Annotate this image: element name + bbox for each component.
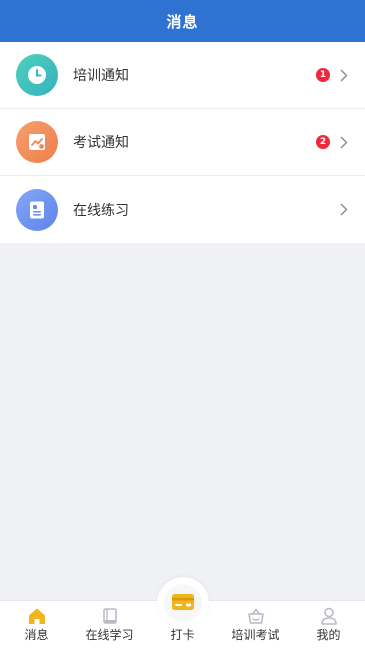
unread-badge: 1 — [316, 68, 330, 82]
tab-profile[interactable]: 我的 — [292, 601, 365, 649]
top-bar: 消息 — [0, 0, 365, 42]
basket-icon — [246, 606, 266, 626]
chevron-right-icon — [339, 135, 349, 149]
list-item-online-practice[interactable]: 在线练习 — [0, 176, 365, 243]
chevron-right-icon — [339, 68, 349, 82]
tab-check-in[interactable]: 打卡 — [146, 577, 219, 649]
tab-label: 培训考试 — [231, 628, 280, 642]
check-in-button[interactable] — [156, 577, 209, 629]
tab-messages[interactable]: 消息 — [0, 601, 73, 649]
page-title: 消息 — [166, 12, 199, 31]
list-item-training-notice[interactable]: 培训通知 1 — [0, 42, 365, 109]
tab-label: 我的 — [316, 628, 341, 642]
book-icon — [100, 606, 120, 626]
tab-label: 消息 — [24, 628, 49, 642]
tab-label: 打卡 — [170, 628, 195, 642]
list-item-label: 培训通知 — [73, 68, 129, 84]
tab-training-exam[interactable]: 培训考试 — [219, 601, 292, 649]
message-list: 培训通知 1 考试通知 2 在线练习 — [0, 42, 365, 243]
document-icon — [16, 188, 58, 231]
unread-badge: 2 — [316, 135, 330, 149]
tab-label: 在线学习 — [85, 628, 134, 642]
list-item-exam-notice[interactable]: 考试通知 2 — [0, 109, 365, 176]
card-icon — [171, 592, 195, 615]
list-item-label: 考试通知 — [73, 135, 129, 151]
bottom-tab-bar: 消息 在线学习 打卡 培训考试 我的 — [0, 577, 365, 649]
home-icon — [27, 606, 47, 626]
chart-icon — [16, 121, 58, 163]
list-item-label: 在线练习 — [73, 202, 129, 219]
user-icon — [319, 606, 339, 626]
clock-icon — [16, 54, 58, 96]
chevron-right-icon — [339, 203, 349, 217]
tab-online-learning[interactable]: 在线学习 — [73, 601, 146, 649]
